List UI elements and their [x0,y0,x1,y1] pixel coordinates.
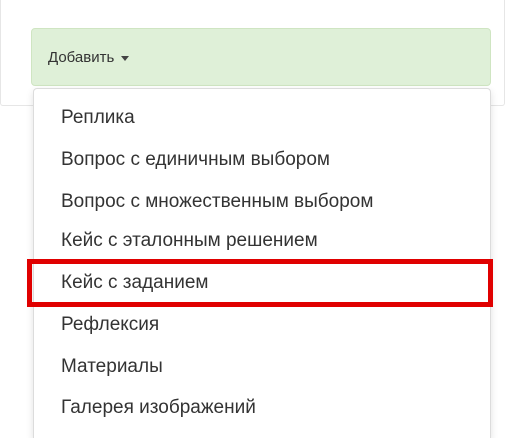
add-dropdown-menu: Реплика Вопрос с единичным выбором Вопро… [33,88,491,438]
add-dropdown-button[interactable]: Добавить [31,28,491,86]
menu-item-single-choice-question[interactable]: Вопрос с единичным выбором [34,141,490,179]
caret-down-icon [121,55,130,61]
menu-item-image-gallery[interactable]: Галерея изображений [34,389,490,427]
menu-item-materials[interactable]: Материалы [34,348,490,386]
menu-item-case-with-task[interactable]: Кейс с заданием [34,264,490,302]
add-button-label: Добавить [48,48,115,66]
menu-item-replica[interactable]: Реплика [34,99,490,137]
menu-item-multiple-choice-question[interactable]: Вопрос с множественным выбором [34,183,490,221]
menu-item-reflection[interactable]: Рефлексия [34,306,490,344]
menu-item-case-with-reference-solution[interactable]: Кейс с эталонным решением [34,222,490,260]
